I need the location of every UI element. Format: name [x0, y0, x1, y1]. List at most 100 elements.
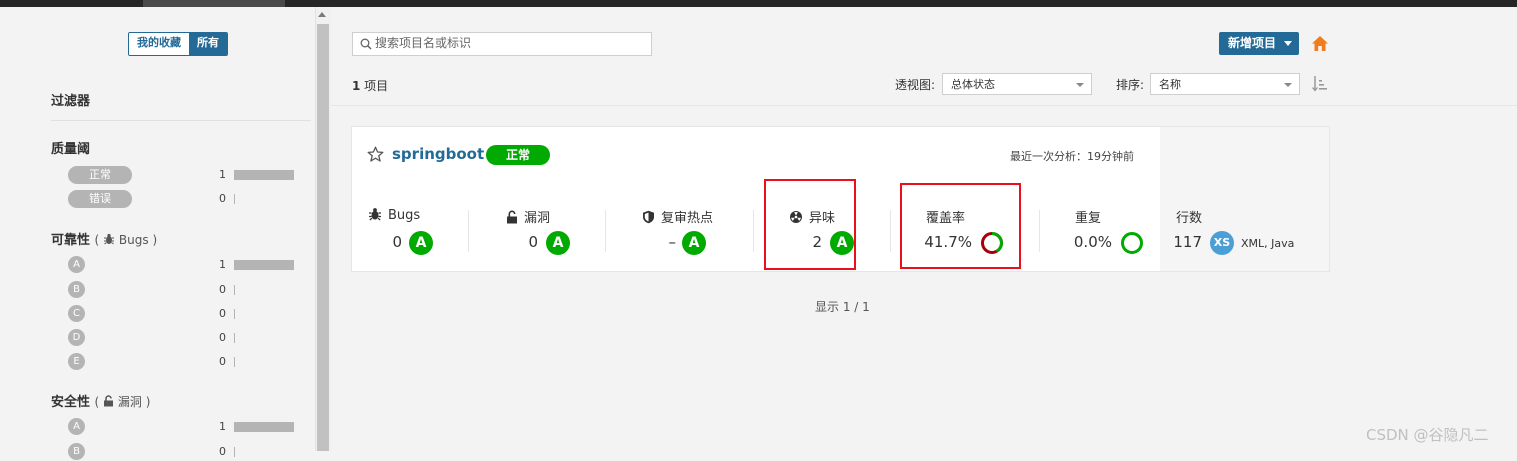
favorites-toggle: 我的收藏 所有 — [128, 32, 228, 56]
quality-gate-filter-title: 质量阈 — [51, 142, 91, 157]
bugs-label-text: Bugs — [388, 208, 421, 223]
size-rating-badge: XS — [1210, 231, 1234, 255]
project-search-box[interactable] — [352, 32, 652, 56]
perspective-select[interactable]: 总体状态 — [942, 73, 1092, 95]
filter-row-reliability-e[interactable]: E 0 — [68, 353, 308, 371]
lines-value[interactable]: 117 — [1172, 233, 1202, 251]
search-icon — [360, 38, 372, 50]
shield-icon — [643, 210, 654, 224]
duplications-metric-label[interactable]: 重复 — [1075, 207, 1101, 226]
paren-close: ) — [152, 233, 158, 247]
gate-failed-pill: 错误 — [68, 190, 132, 208]
bugs-metric-label[interactable]: Bugs — [368, 207, 420, 223]
rating-d-circle: D — [68, 329, 85, 346]
metric-separator — [753, 210, 754, 252]
hotspots-metric-label[interactable]: 复审热点 — [642, 207, 713, 226]
toolbar-divider — [331, 105, 1517, 106]
filter-bar — [234, 357, 235, 367]
filters-divider — [51, 120, 311, 121]
paren-open: ( — [94, 233, 100, 247]
hotspots-label-text: 复审热点 — [661, 211, 714, 226]
highlight-box-code-smells — [764, 179, 856, 270]
filter-bar — [234, 260, 294, 270]
gate-passed-pill: 正常 — [68, 166, 132, 184]
highlight-box-coverage — [900, 183, 1021, 269]
duplications-value[interactable]: 0.0% — [1068, 233, 1112, 251]
filter-row-gate-failed[interactable]: 错误 0 — [68, 190, 308, 208]
filter-count: 1 — [219, 420, 226, 433]
vulnerabilities-value[interactable]: 0 — [516, 233, 538, 251]
project-count-suffix: 项目 — [360, 79, 389, 93]
vulnerabilities-metric-label[interactable]: 漏洞 — [506, 207, 550, 226]
rating-c-circle: C — [68, 305, 85, 322]
unlock-icon — [507, 210, 517, 224]
sort-select[interactable]: 名称 — [1150, 73, 1300, 95]
filter-bar — [234, 422, 294, 432]
new-project-label: 新增项目 — [1228, 36, 1277, 50]
security-filter-title: 安全性 ( 漏洞 ) — [51, 391, 150, 410]
filter-row-reliability-c[interactable]: C 0 — [68, 305, 308, 323]
filter-bar — [234, 194, 235, 204]
rating-e-circle: E — [68, 353, 85, 370]
perspective-label: 透视图: — [895, 78, 936, 92]
filters-title: 过滤器 — [51, 94, 91, 109]
chevron-down-icon — [1076, 83, 1084, 87]
filters-sidebar — [0, 7, 315, 451]
search-input[interactable] — [375, 34, 645, 52]
filter-bar — [234, 285, 235, 295]
last-analysis-date: 最近一次分析：19分钟前 — [1010, 150, 1134, 163]
vulnerabilities-label-text: 漏洞 — [524, 211, 551, 226]
bug-icon — [369, 208, 381, 221]
watermark-text: CSDN @谷隐凡二 — [1366, 426, 1489, 444]
paren-close: ) — [145, 395, 151, 409]
new-project-button[interactable]: 新增项目 — [1219, 32, 1299, 55]
chevron-down-icon — [1284, 83, 1292, 87]
filter-row-reliability-b[interactable]: B 0 — [68, 281, 308, 299]
rating-b-circle: B — [68, 281, 85, 298]
filter-count: 0 — [219, 192, 226, 205]
reliability-filter-title: 可靠性 ( Bugs ) — [51, 229, 157, 248]
filter-row-security-b[interactable]: B 0 — [68, 443, 308, 461]
filter-row-security-a[interactable]: A 1 — [68, 418, 308, 436]
star-icon[interactable] — [367, 146, 384, 163]
home-icon[interactable] — [1311, 35, 1329, 52]
reliability-sub-label: Bugs — [118, 233, 149, 247]
metric-separator — [890, 210, 891, 252]
rating-a-circle: A — [68, 418, 85, 435]
filter-bar — [234, 309, 235, 319]
favorites-button[interactable]: 我的收藏 — [129, 33, 189, 55]
hotspots-value[interactable]: – — [654, 233, 677, 251]
security-sub-label: 漏洞 — [117, 395, 142, 409]
filter-count: 0 — [219, 355, 226, 368]
filter-count: 0 — [219, 445, 226, 458]
lines-metric-label: 行数 — [1176, 211, 1203, 226]
filter-row-reliability-d[interactable]: D 0 — [68, 329, 308, 347]
sort-order-icon[interactable] — [1312, 75, 1328, 92]
metric-separator — [1039, 210, 1040, 252]
filter-count: 0 — [219, 331, 226, 344]
languages-list: XML, Java — [1241, 237, 1295, 250]
hotspots-rating-badge[interactable]: A — [682, 231, 706, 255]
filter-row-gate-passed[interactable]: 正常 1 — [68, 166, 308, 184]
top-navbar-active-tab[interactable] — [143, 0, 285, 7]
scroll-up-arrow-icon[interactable] — [318, 12, 326, 17]
project-name-link[interactable]: springboot — [392, 145, 484, 163]
bug-icon — [104, 233, 115, 245]
duplications-ring[interactable] — [1120, 231, 1144, 255]
rating-a-circle: A — [68, 256, 85, 273]
bugs-rating-badge[interactable]: A — [409, 231, 433, 255]
quality-gate-badge: 正常 — [486, 145, 550, 165]
filter-count: 0 — [219, 307, 226, 320]
sort-label: 排序: — [1116, 78, 1145, 92]
project-count: 1 项目 — [352, 77, 388, 94]
rating-b-circle: B — [68, 443, 85, 460]
filter-count: 1 — [219, 168, 226, 181]
vulnerabilities-rating-badge[interactable]: A — [546, 231, 570, 255]
bugs-value[interactable]: 0 — [380, 233, 402, 251]
filter-row-reliability-a[interactable]: A 1 — [68, 256, 308, 274]
filter-bar — [234, 333, 235, 343]
all-projects-button[interactable]: 所有 — [189, 33, 227, 55]
paren-open: ( — [94, 395, 100, 409]
sidebar-scrollbar-thumb[interactable] — [317, 24, 329, 451]
filter-bar — [234, 447, 235, 457]
